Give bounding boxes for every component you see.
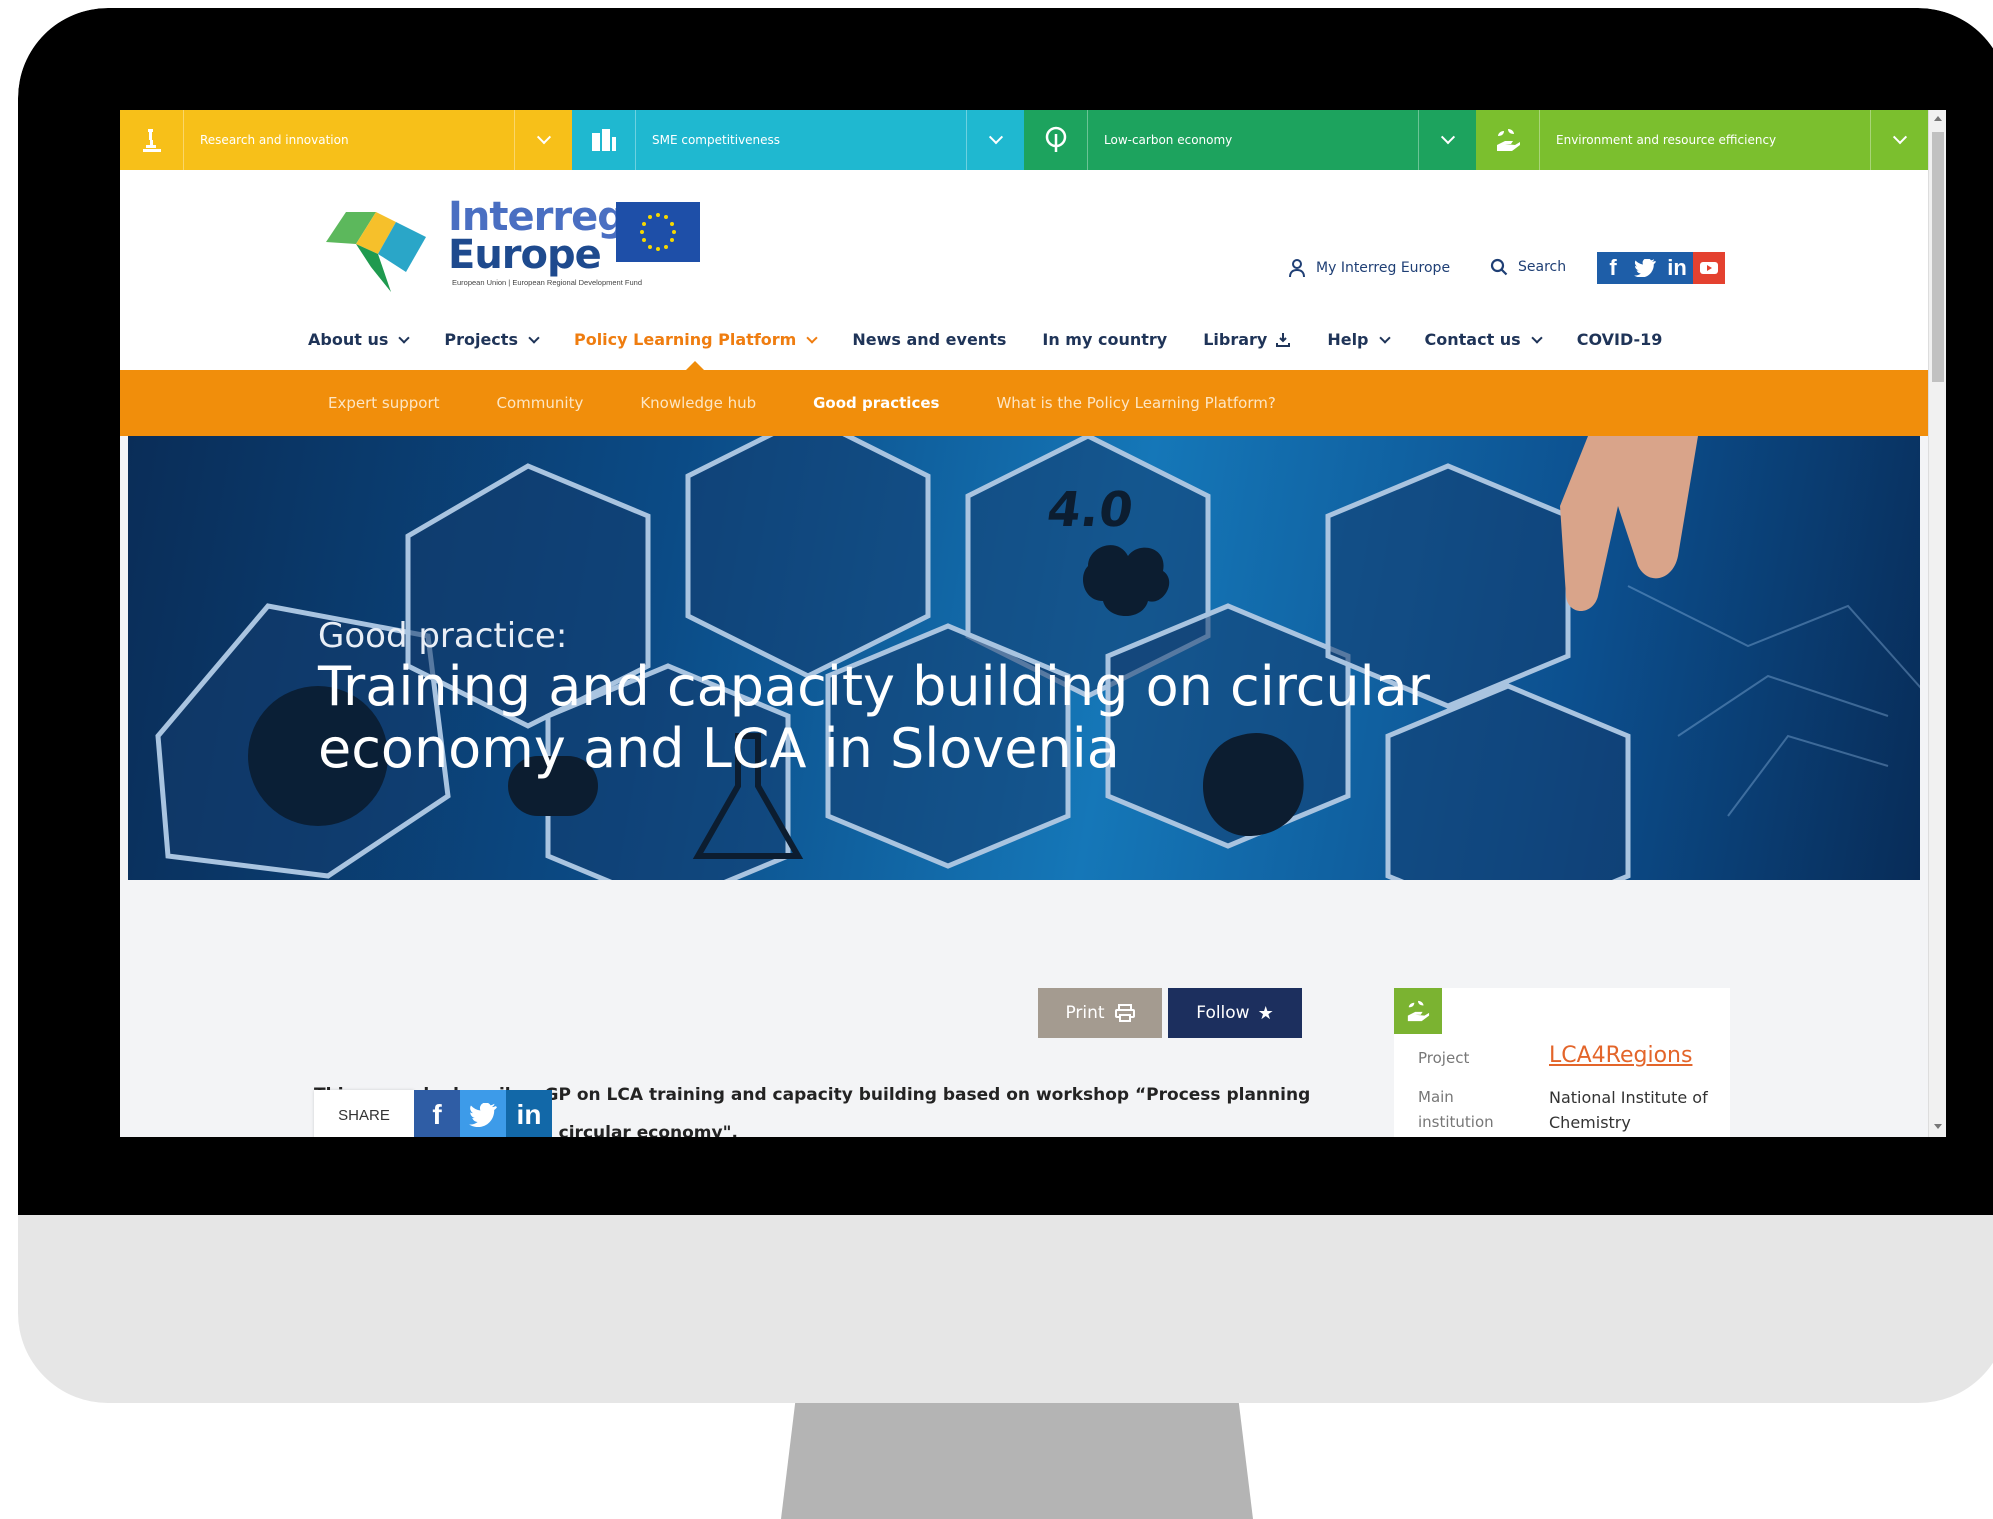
subnav-what-is-platform[interactable]: What is the Policy Learning Platform? [996, 394, 1275, 412]
microscope-icon [120, 110, 184, 170]
share-bar: SHARE f in [314, 1090, 552, 1137]
buildings-icon [572, 110, 636, 170]
nav-item-in-my-country[interactable]: In my country [1042, 330, 1167, 349]
subnav-knowledge-hub[interactable]: Knowledge hub [640, 394, 756, 412]
project-label: Project [1418, 1049, 1470, 1067]
scroll-down-arrow-icon[interactable] [1934, 1124, 1942, 1129]
theme-research[interactable]: Research and innovation [120, 110, 572, 170]
hand-plant-icon [1394, 988, 1442, 1034]
social-links: f in [1597, 252, 1725, 284]
monitor-stand [781, 1403, 1253, 1519]
nav-item-help[interactable]: Help [1327, 330, 1391, 349]
search-link[interactable]: Search [1490, 258, 1566, 276]
chevron-down-icon[interactable] [966, 110, 1024, 170]
theme-label: SME competitiveness [652, 133, 781, 147]
share-facebook-icon[interactable]: f [414, 1090, 460, 1137]
chevron-down-icon [806, 331, 819, 344]
my-interreg-label: My Interreg Europe [1316, 260, 1451, 276]
main-navigation: About us Projects Policy Learning Platfo… [308, 330, 1698, 373]
tree-icon [1024, 110, 1088, 170]
page-scrollbar[interactable] [1928, 110, 1946, 1137]
nav-item-about-us[interactable]: About us [308, 330, 411, 349]
nav-item-news-and-events[interactable]: News and events [852, 330, 1006, 349]
nav-label: In my country [1042, 330, 1168, 349]
nav-label: About us [308, 330, 389, 349]
project-info-card: Project LCA4Regions Main institution Nat… [1394, 988, 1730, 1137]
logo-wordmark: Interreg Europe [448, 194, 626, 275]
print-button[interactable]: Print [1038, 988, 1162, 1038]
site-header: Interreg Europe European Union | Europea… [120, 170, 1928, 373]
download-icon [1276, 332, 1291, 347]
institution-label: Main institution [1418, 1085, 1494, 1135]
nav-label: Policy Learning Platform [573, 330, 797, 349]
subnav-expert-support[interactable]: Expert support [328, 394, 440, 412]
subnav-good-practices[interactable]: Good practices [813, 394, 939, 412]
search-label: Search [1518, 259, 1567, 275]
nav-label: COVID-19 [1576, 330, 1663, 349]
nav-label: Library [1203, 330, 1268, 349]
theme-label: Low-carbon economy [1104, 133, 1233, 147]
my-interreg-link[interactable]: My Interreg Europe [1288, 258, 1450, 278]
theme-label: Research and innovation [200, 133, 349, 147]
browser-viewport: Research and innovation SME competitiven… [120, 110, 1946, 1137]
project-link[interactable]: LCA4Regions [1549, 1043, 1719, 1068]
youtube-icon[interactable] [1693, 252, 1725, 284]
share-label: SHARE [314, 1090, 414, 1137]
nav-label: Projects [444, 330, 518, 349]
chevron-down-icon[interactable] [514, 110, 572, 170]
nav-label: Contact us [1424, 330, 1521, 349]
hand-plant-icon [1476, 110, 1540, 170]
page-title: Training and capacity building on circul… [318, 655, 1430, 780]
subnav-community[interactable]: Community [497, 394, 584, 412]
theme-environment[interactable]: Environment and resource efficiency [1476, 110, 1928, 170]
print-label: Print [1065, 1003, 1105, 1023]
search-icon [1490, 258, 1508, 276]
facebook-icon[interactable]: f [1597, 252, 1629, 284]
chevron-down-icon [1378, 331, 1391, 344]
share-twitter-icon[interactable] [460, 1090, 506, 1137]
scroll-thumb[interactable] [1932, 132, 1944, 382]
nav-item-projects[interactable]: Projects [444, 330, 540, 349]
institution-label-line1: Main [1418, 1088, 1454, 1106]
nav-item-library[interactable]: Library [1203, 330, 1291, 349]
logo-line1: Interreg [448, 194, 626, 240]
follow-label: Follow [1196, 1003, 1250, 1023]
hero-kicker: Good practice: [318, 616, 568, 656]
user-icon [1289, 259, 1305, 278]
nav-label: Help [1327, 330, 1369, 349]
share-linkedin-icon[interactable]: in [506, 1090, 552, 1137]
theme-low-carbon[interactable]: Low-carbon economy [1024, 110, 1476, 170]
chevron-down-icon [398, 331, 411, 344]
chevron-down-icon[interactable] [1418, 110, 1476, 170]
star-icon: ★ [1257, 1002, 1274, 1024]
follow-button[interactable]: Follow ★ [1168, 988, 1302, 1038]
theme-label: Environment and resource efficiency [1556, 133, 1777, 147]
interreg-logo[interactable]: Interreg Europe European Union | Europea… [316, 192, 716, 297]
eu-flag-icon [616, 202, 700, 262]
institution-value: National Institute of Chemistry [1549, 1088, 1708, 1132]
chevron-down-icon [528, 331, 540, 344]
sub-navigation: Expert support Community Knowledge hub G… [120, 370, 1928, 436]
monitor-bezel: Research and innovation SME competitiven… [18, 8, 1993, 1215]
twitter-icon[interactable] [1629, 252, 1661, 284]
logo-line2: Europe [448, 232, 602, 278]
monitor-frame: Research and innovation SME competitiven… [18, 8, 1993, 1403]
nav-label: News and events [852, 330, 1007, 349]
logo-subtitle: European Union | European Regional Devel… [452, 278, 642, 287]
chevron-down-icon [1531, 331, 1543, 344]
scroll-up-arrow-icon[interactable] [1934, 116, 1942, 121]
institution-label-line2: institution [1418, 1113, 1494, 1131]
printer-icon [1114, 1004, 1135, 1022]
svg-text:4.0: 4.0 [1044, 482, 1137, 538]
nav-item-contact-us[interactable]: Contact us [1424, 330, 1543, 349]
nav-item-covid-19[interactable]: COVID-19 [1577, 330, 1663, 349]
nav-item-policy-learning-platform[interactable]: Policy Learning Platform [573, 330, 819, 373]
hero-banner: 4.0 Good practice: Training and capacity… [128, 436, 1920, 880]
theme-bar: Research and innovation SME competitiven… [120, 110, 1928, 170]
chevron-down-icon[interactable] [1870, 110, 1928, 170]
logo-mark-icon [326, 212, 426, 292]
linkedin-icon[interactable]: in [1661, 252, 1693, 284]
theme-sme[interactable]: SME competitiveness [572, 110, 1024, 170]
